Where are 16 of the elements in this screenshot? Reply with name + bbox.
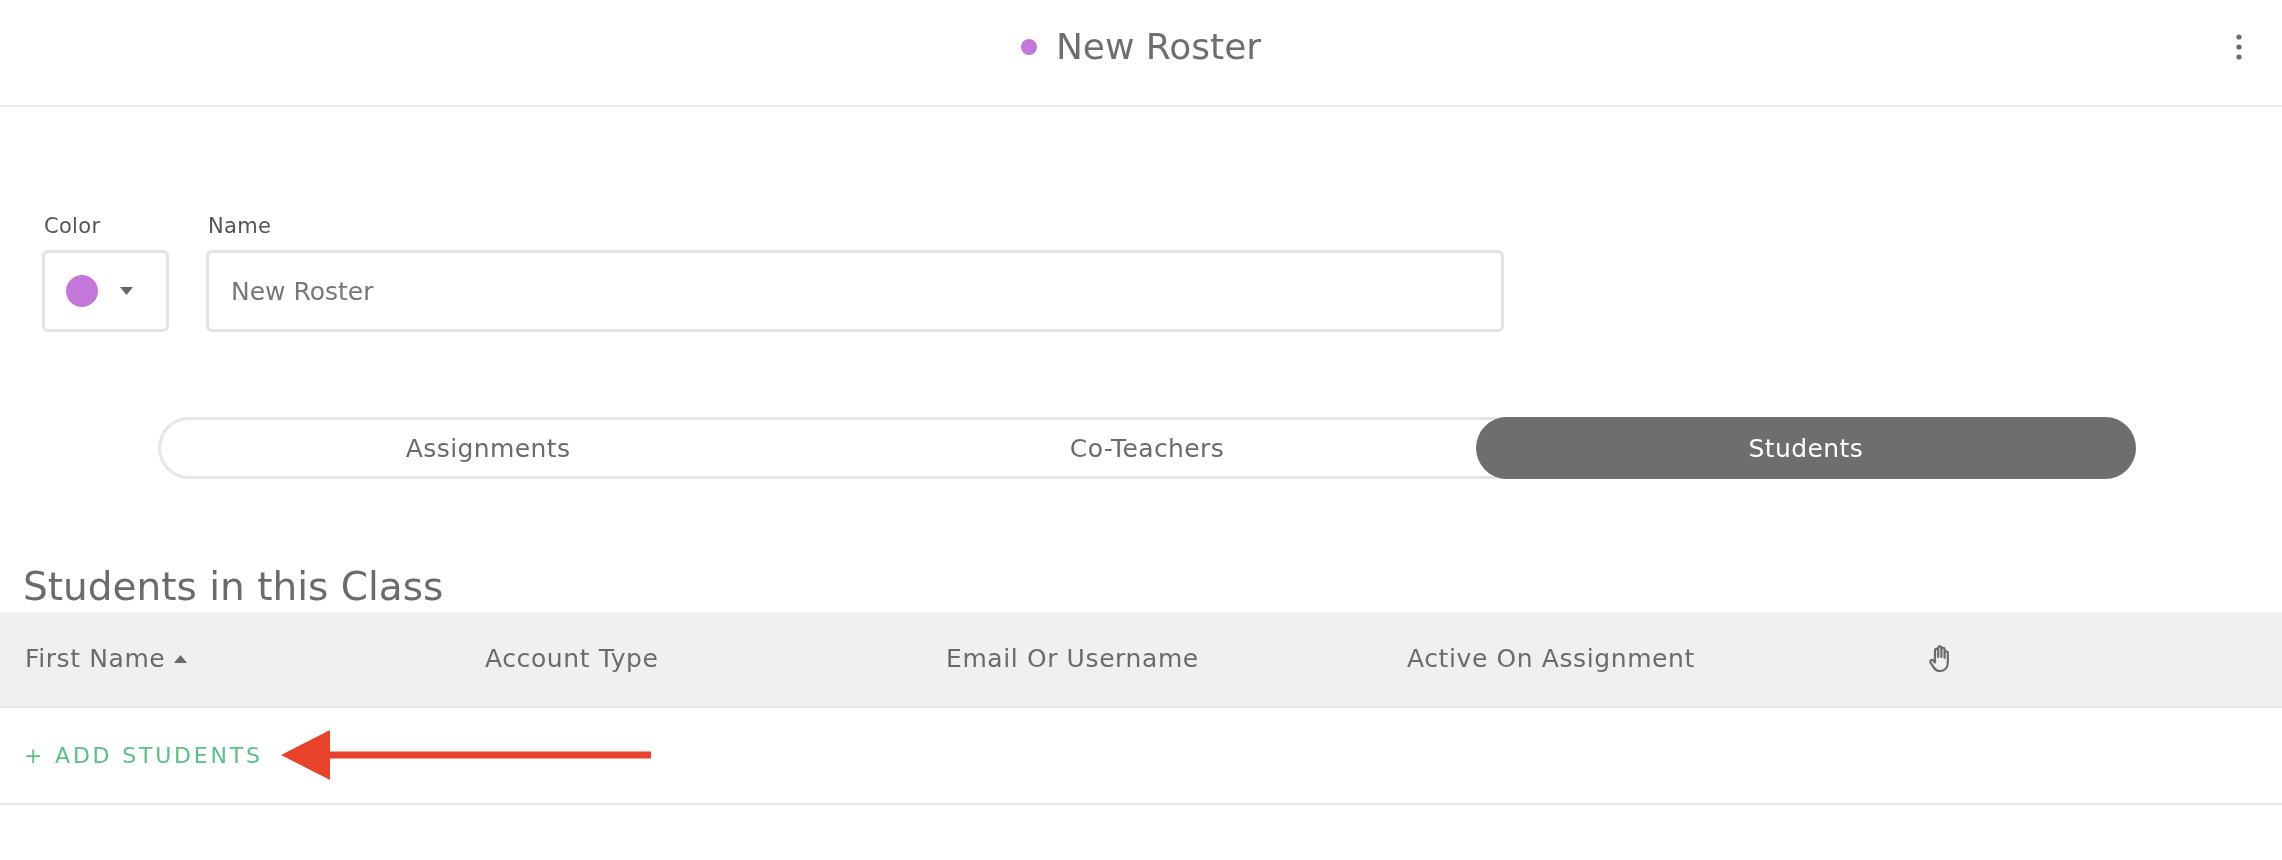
sort-caret-icon[interactable]: [174, 655, 188, 663]
column-header[interactable]: First Name: [25, 644, 166, 674]
column-header[interactable]: Account Type: [485, 644, 659, 674]
name-field[interactable]: New Roster: [206, 250, 1504, 332]
kebab-menu-icon[interactable]: [2236, 33, 2242, 60]
column-header[interactable]: Active On Assignment: [1407, 644, 1695, 674]
page-title: New Roster: [1055, 25, 1262, 68]
color-picker[interactable]: [42, 250, 169, 332]
field-label: Name: [208, 213, 272, 239]
tab[interactable]: Assignments: [158, 417, 819, 479]
column-header[interactable]: Email Or Username: [946, 644, 1199, 674]
caret-icon: [120, 287, 133, 295]
section-title: Students in this Class: [23, 564, 444, 610]
tab[interactable]: Co-Teachers: [818, 417, 1476, 479]
field-label: Color: [44, 213, 101, 239]
tab[interactable]: Students: [1475, 417, 2136, 479]
